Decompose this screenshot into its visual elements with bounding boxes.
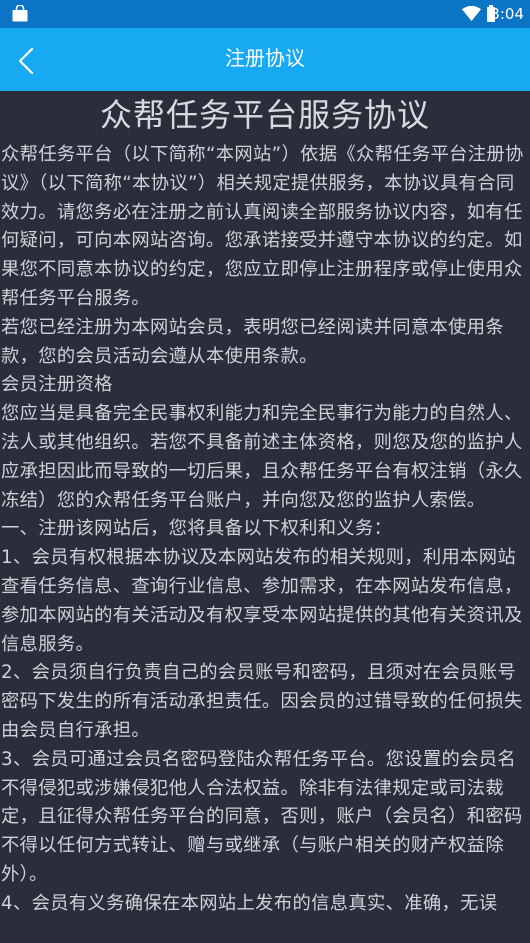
chevron-left-icon — [18, 48, 34, 74]
wifi-icon — [462, 5, 481, 21]
agreement-clause: 2、会员须自行负责自己的会员账号和密码，且须对在会员账号密码下发生的所有活动承担… — [1, 662, 523, 741]
agreement-clause: 3、会员可通过会员名密码登陆众帮任务平台。您设置的会员名不得侵犯或涉嫌侵犯他人合… — [1, 748, 523, 885]
section-heading: 会员注册资格 — [1, 374, 113, 396]
app-bar: 注册协议 — [0, 28, 530, 91]
page-title: 注册协议 — [225, 46, 305, 70]
agreement-body: 众帮任务平台（以下简称“本网站”）依据《众帮任务平台注册协议》（以下简称“本协议… — [0, 141, 529, 919]
agreement-clause: 4、会员有义务确保在本网站上发布的信息真实、准确，无误 — [1, 892, 498, 914]
agreement-paragraph: 众帮任务平台（以下简称“本网站”）依据《众帮任务平台注册协议》（以下简称“本协议… — [1, 144, 524, 309]
agreement-clause: 1、会员有权根据本协议及本网站发布的相关规则，利用本网站查看任务信息、查询行业信… — [1, 547, 523, 655]
section-heading: 一、注册该网站后，您将具备以下权利和义务： — [1, 518, 393, 540]
shopping-bag-icon — [12, 4, 28, 22]
agreement-paragraph: 您应当是具备完全民事权利能力和完全民事行为能力的自然人、法人或其他组织。若您不具… — [1, 403, 523, 511]
status-bar: 3:04 — [0, 0, 530, 28]
agreement-scroll-view[interactable]: 众帮任务平台服务协议 众帮任务平台（以下简称“本网站”）依据《众帮任务平台注册协… — [0, 91, 530, 943]
back-button[interactable] — [8, 36, 52, 84]
agreement-title: 众帮任务平台服务协议 — [99, 96, 430, 134]
agreement-paragraph: 若您已经注册为本网站会员，表明您已经阅读并同意本使用条款，您的会员活动会遵从本使… — [1, 316, 505, 367]
status-time: 3:04 — [490, 5, 524, 23]
